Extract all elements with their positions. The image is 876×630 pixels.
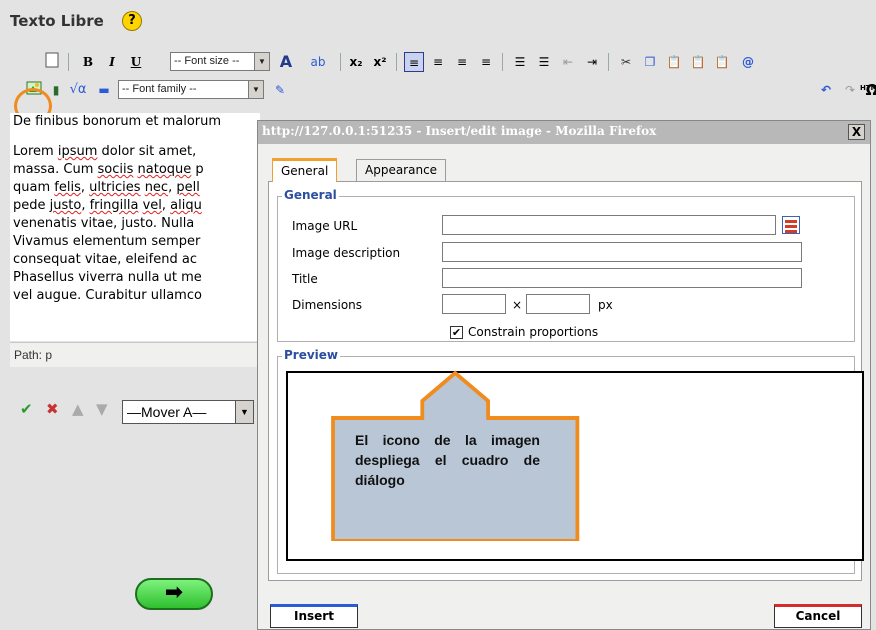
paste-icon[interactable]: 📋 (664, 52, 684, 72)
redo-icon[interactable]: ↷ (840, 80, 860, 100)
accept-icon[interactable]: ✔ (20, 400, 33, 418)
editor-line: pede justo, fringilla vel, aliqu (13, 198, 202, 213)
underline-button[interactable]: U (126, 52, 146, 72)
undo-icon[interactable]: ↶ (816, 80, 836, 100)
paste-text-icon[interactable]: 📋 (688, 52, 708, 72)
copy-icon[interactable]: ❐ (640, 52, 660, 72)
html-source-button[interactable]: HTML (860, 84, 876, 92)
indent-icon[interactable]: ⇥ (582, 52, 602, 72)
editor-line: consequat vitae, eleifend ac (13, 252, 198, 267)
horizontal-rule-icon[interactable]: ▬ (94, 80, 114, 100)
font-family-label: -- Font family -- (122, 83, 197, 95)
page-title: Texto Libre (10, 12, 104, 30)
font-family-select[interactable]: -- Font family -- ▼ (118, 80, 264, 99)
title-input[interactable] (442, 268, 802, 288)
numbered-list-icon[interactable]: ☰ (534, 52, 554, 72)
dialog-title: http://127.0.0.1:51235 - Insert/edit ima… (262, 124, 657, 138)
editor-line: venenatis vitae, justo. Nulla (13, 216, 195, 231)
bold-button[interactable]: B (78, 52, 98, 72)
edit-icon[interactable]: ✎ (270, 80, 290, 100)
paste-word-icon[interactable]: 📋 (712, 52, 732, 72)
new-document-icon[interactable] (42, 52, 62, 72)
highlight-color-icon[interactable]: ab (308, 52, 328, 72)
editor-line: massa. Cum sociis natoque p (13, 162, 204, 177)
dialog-titlebar: http://127.0.0.1:51235 - Insert/edit ima… (258, 121, 870, 144)
help-toolbar-icon[interactable]: @ (738, 52, 758, 72)
bullet-list-icon[interactable]: ☰ (510, 52, 530, 72)
move-down-icon[interactable]: ▼ (96, 400, 108, 418)
path-bar: Path: p (10, 342, 260, 367)
cut-icon[interactable]: ✂ (616, 52, 636, 72)
general-legend: General (282, 188, 339, 202)
insert-button[interactable]: Insert (270, 604, 358, 628)
image-url-label: Image URL (292, 219, 358, 233)
cancel-button[interactable]: Cancel (774, 604, 862, 628)
move-up-icon[interactable]: ▲ (72, 400, 84, 418)
help-icon[interactable]: ? (122, 11, 142, 31)
outdent-icon[interactable]: ⇤ (558, 52, 578, 72)
editor-line: Vivamus elementum semper (13, 234, 201, 249)
callout-text: El icono de la imagen despliega el cuadr… (355, 432, 540, 488)
text-color-icon[interactable]: A (276, 52, 296, 72)
align-justify-icon[interactable]: ≡ (476, 52, 496, 72)
dimension-unit: px (598, 298, 613, 312)
math-icon[interactable]: √α (68, 80, 88, 100)
tab-general[interactable]: General (272, 158, 338, 182)
title-label: Title (292, 272, 318, 286)
next-arrow-button[interactable]: ➡ (135, 578, 213, 610)
chevron-down-icon[interactable]: ▼ (248, 80, 264, 99)
editor-line: quam felis, ultricies nec, pell (13, 180, 200, 195)
preview-legend: Preview (282, 348, 341, 362)
dimension-separator: × (512, 298, 523, 312)
image-url-input[interactable] (442, 215, 776, 235)
height-input[interactable] (526, 294, 590, 314)
close-icon[interactable]: X (848, 124, 865, 140)
font-size-select[interactable]: -- Font size -- ▼ (170, 52, 270, 71)
delete-icon[interactable]: ✖ (46, 400, 59, 418)
general-fieldset: General Image URL Image description Titl… (277, 188, 855, 342)
width-input[interactable] (442, 294, 506, 314)
constrain-label: Constrain proportions (468, 325, 599, 339)
editor-line: Phasellus viverra nulla ut me (13, 270, 202, 285)
dimensions-label: Dimensions (292, 298, 363, 312)
chevron-down-icon[interactable]: ▼ (235, 401, 253, 423)
superscript-icon[interactable]: x² (370, 52, 390, 72)
chevron-down-icon[interactable]: ▼ (254, 52, 270, 71)
toolbar-row-2: ▮ √α ▬ -- Font family -- ▼ ✎ ↶ ↷ Ω (10, 78, 876, 104)
editor-first-line: De finibus bonorum et malorum (13, 114, 222, 129)
align-center-icon[interactable]: ≡ (428, 52, 448, 72)
italic-button[interactable]: I (102, 52, 122, 72)
editor-area[interactable]: De finibus bonorum et malorum Lorem ipsu… (10, 113, 260, 341)
browse-icon[interactable] (782, 216, 800, 234)
tab-appearance[interactable]: Appearance (356, 159, 447, 181)
subscript-icon[interactable]: x₂ (346, 52, 366, 72)
mover-select[interactable]: —Mover A— ▼ (122, 400, 254, 424)
align-left-icon[interactable]: ≡ (404, 52, 424, 72)
editor-line: Lorem ipsum dolor sit amet, (13, 144, 197, 159)
image-description-label: Image description (292, 246, 401, 260)
align-right-icon[interactable]: ≡ (452, 52, 472, 72)
font-size-label: -- Font size -- (174, 55, 240, 67)
mover-select-label: —Mover A— (127, 404, 207, 420)
toolbar-row-1: B I U -- Font size -- ▼ A ab x₂ x² ≡ ≡ ≡… (10, 50, 876, 76)
editor-line: vel augue. Curabitur ullamco (13, 288, 202, 303)
image-description-input[interactable] (442, 242, 802, 262)
editor-paragraph: Lorem ipsum dolor sit amet, massa. Cum so… (13, 143, 260, 305)
constrain-checkbox[interactable]: ✔ (450, 326, 463, 339)
